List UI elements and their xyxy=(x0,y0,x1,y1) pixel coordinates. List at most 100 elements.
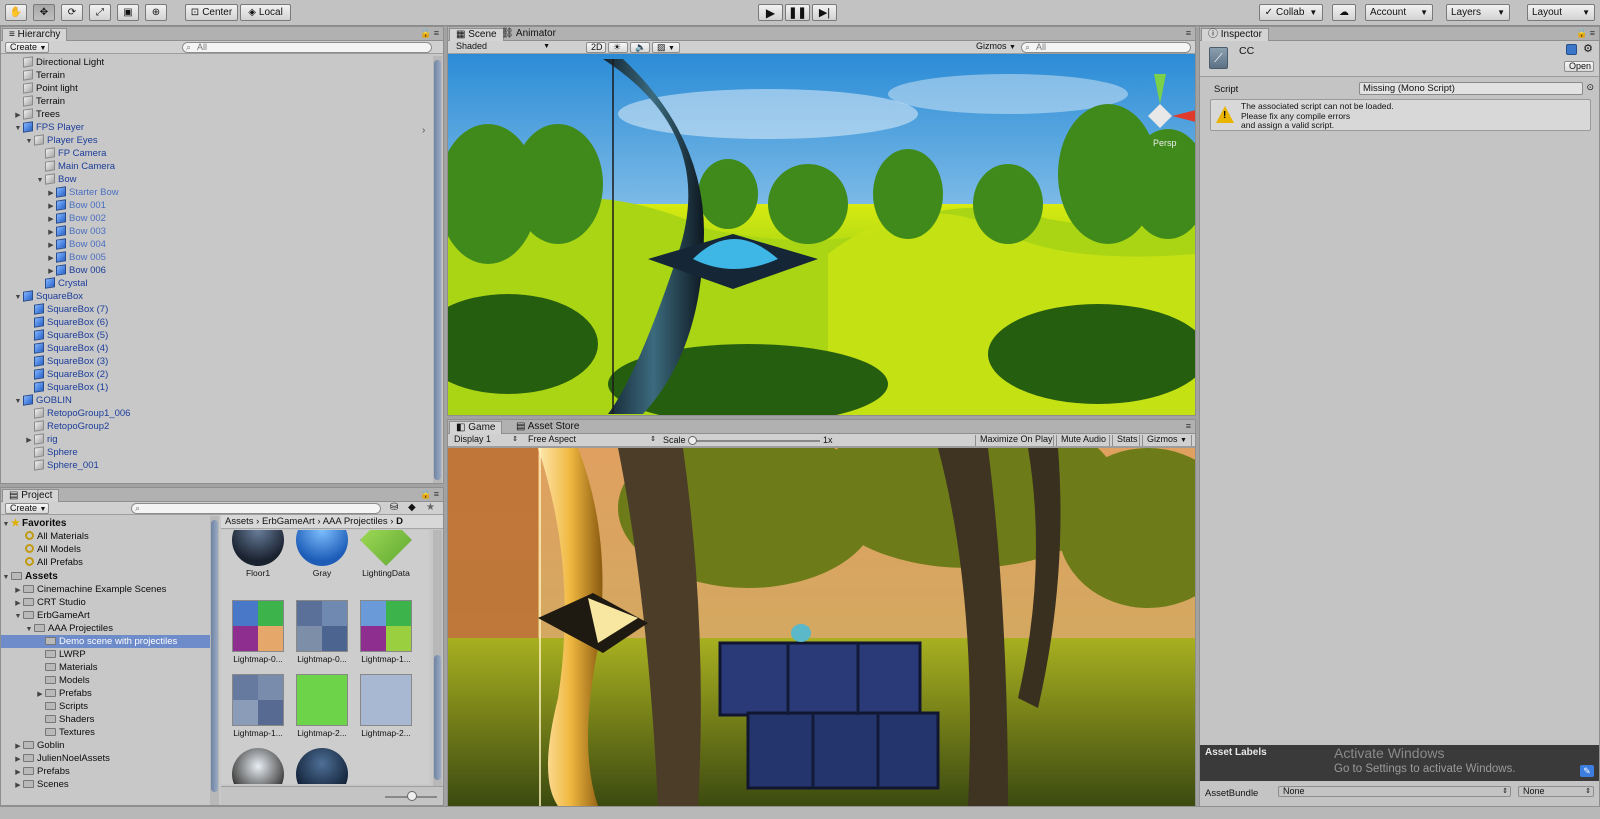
project-create-dropdown[interactable]: Create ▼ xyxy=(5,503,49,514)
panel-menu-icon[interactable]: ≡ xyxy=(1186,420,1191,433)
hierarchy-item[interactable]: ▶ Bow 003 xyxy=(1,225,106,238)
gear-icon[interactable]: ⚙ xyxy=(1583,42,1593,55)
scene-search-input[interactable]: ⌕ All xyxy=(1021,42,1191,53)
object-picker-icon[interactable]: ⊙ xyxy=(1586,82,1594,93)
favorite-item[interactable]: All Models xyxy=(1,543,81,556)
hierarchy-item[interactable]: RetopoGroup2 xyxy=(1,420,109,433)
hierarchy-item[interactable]: SquareBox (6) xyxy=(1,316,108,329)
hierarchy-item[interactable]: ▶ Trees xyxy=(1,108,60,121)
tab-game[interactable]: ◧ Game xyxy=(449,421,503,434)
2d-toggle[interactable]: 2D xyxy=(586,42,606,53)
maximize-on-play-toggle[interactable]: Maximize On Play xyxy=(975,435,1054,446)
hierarchy-item[interactable]: Terrain xyxy=(1,69,65,82)
pivot-center-button[interactable]: ⊡ Center xyxy=(185,4,238,21)
panel-menu-icon[interactable]: ≡ xyxy=(1186,27,1191,40)
expand-arrow-icon[interactable]: › xyxy=(422,125,425,136)
folder-item[interactable]: Materials xyxy=(1,661,98,674)
folder-item[interactable]: ▶ Prefabs xyxy=(1,765,69,778)
hierarchy-item[interactable]: Point light xyxy=(1,82,78,95)
folder-item[interactable]: ▶ CRT Studio xyxy=(1,596,85,609)
project-grid-scroll-thumb[interactable] xyxy=(434,655,441,780)
scene-viewport[interactable]: Persp xyxy=(448,54,1195,415)
script-field-value[interactable]: Missing (Mono Script) xyxy=(1359,82,1583,95)
hierarchy-item[interactable]: SquareBox (3) xyxy=(1,355,108,368)
project-search-input[interactable]: ⌕ xyxy=(131,503,381,514)
assetbundle-dropdown[interactable]: None ⇕ xyxy=(1278,786,1511,797)
hierarchy-item[interactable]: ▶ rig xyxy=(1,433,58,446)
tab-inspector[interactable]: ⓘ Inspector xyxy=(1201,28,1269,41)
lighting-toggle[interactable]: ☀ xyxy=(608,42,628,53)
hierarchy-item[interactable]: SquareBox (2) xyxy=(1,368,108,381)
folder-item[interactable]: Scripts xyxy=(1,700,88,713)
hierarchy-scrollbar[interactable] xyxy=(433,56,442,483)
hierarchy-item[interactable]: ▶ Bow 001 xyxy=(1,199,106,212)
game-gizmos-dropdown[interactable]: Gizmos ▼ xyxy=(1142,435,1192,446)
panel-menu-icon[interactable]: 🔒 ≡ xyxy=(420,488,439,501)
hierarchy-item[interactable]: ▼ SquareBox xyxy=(1,290,83,303)
aspect-dropdown[interactable]: Free Aspect ⇕ xyxy=(524,435,658,446)
breadcrumb-item[interactable]: ErbGameArt xyxy=(262,516,315,527)
game-viewport[interactable] xyxy=(448,448,1195,806)
asset-item[interactable]: Lightmap-2... xyxy=(355,674,417,740)
effects-dropdown[interactable]: ▨ ▼ xyxy=(652,42,680,53)
hierarchy-item[interactable]: Crystal xyxy=(1,277,88,290)
folder-item[interactable]: Shaders xyxy=(1,713,94,726)
tab-asset-store[interactable]: ▤ Asset Store xyxy=(510,421,585,434)
layers-dropdown[interactable]: Layers ▼ xyxy=(1446,4,1510,21)
hierarchy-item[interactable]: SquareBox (4) xyxy=(1,342,108,355)
asset-item[interactable]: Gray xyxy=(291,530,353,580)
collab-dropdown[interactable]: ✓ Collab ▼ xyxy=(1259,4,1323,21)
filter-label-icon[interactable]: ◆ xyxy=(408,502,416,513)
asset-item[interactable]: Lightmap-0... xyxy=(291,600,353,666)
layout-dropdown[interactable]: Layout ▼ xyxy=(1527,4,1595,21)
folder-item[interactable]: ▼ AAA Projectiles xyxy=(1,622,113,635)
display-dropdown[interactable]: Display 1 ⇕ xyxy=(450,435,520,446)
scale-slider-track[interactable] xyxy=(692,440,820,442)
project-grid-scrollbar[interactable] xyxy=(433,530,442,786)
cloud-button[interactable]: ☁ xyxy=(1332,4,1356,21)
hierarchy-item[interactable]: Terrain xyxy=(1,95,65,108)
play-button[interactable]: ▶ xyxy=(758,4,783,21)
hierarchy-item[interactable]: ▶ Bow 004 xyxy=(1,238,106,251)
folder-item[interactable]: ▶ Scenes xyxy=(1,778,68,791)
favorites-header[interactable]: ▼ ★ Favorites xyxy=(1,517,67,530)
open-button[interactable]: Open xyxy=(1564,61,1594,72)
hierarchy-item[interactable]: ▼ GOBLIN xyxy=(1,394,72,407)
tab-animator[interactable]: ⛓ Animator xyxy=(495,28,562,41)
move-tool-button[interactable]: ✥ xyxy=(33,4,55,21)
shading-mode-dropdown[interactable]: Shaded ▼ xyxy=(452,42,552,53)
hierarchy-item[interactable]: Main Camera xyxy=(1,160,115,173)
hierarchy-create-dropdown[interactable]: Create ▼ xyxy=(5,42,49,53)
favorite-item[interactable]: All Prefabs xyxy=(1,556,83,569)
stats-toggle[interactable]: Stats xyxy=(1112,435,1140,446)
hierarchy-search-input[interactable]: ⌕ All xyxy=(182,42,432,53)
hierarchy-item[interactable]: ▶ Bow 005 xyxy=(1,251,106,264)
hierarchy-scroll-thumb[interactable] xyxy=(434,60,441,480)
step-button[interactable]: ▶| xyxy=(812,4,837,21)
project-tree-scroll-thumb[interactable] xyxy=(211,520,218,792)
asset-item[interactable]: Lightmap-1... xyxy=(227,674,289,740)
hierarchy-item[interactable]: SquareBox (1) xyxy=(1,381,108,394)
asset-item[interactable]: Wall xyxy=(291,748,353,784)
hierarchy-item[interactable]: ▼ Bow xyxy=(1,173,76,186)
folder-item[interactable]: ▼ ErbGameArt xyxy=(1,609,90,622)
asset-item[interactable]: Floor1 xyxy=(227,530,289,580)
folder-item[interactable]: Models xyxy=(1,674,90,687)
breadcrumb-item[interactable]: Assets xyxy=(225,516,254,527)
hand-tool-button[interactable]: ✋ xyxy=(5,4,27,21)
asset-item[interactable]: Lightmap-2... xyxy=(291,674,353,740)
transform-tool-button[interactable]: ⊕ xyxy=(145,4,167,21)
favorite-star-icon[interactable]: ★ xyxy=(426,502,435,513)
rotate-tool-button[interactable]: ⟳ xyxy=(61,4,83,21)
tab-project[interactable]: ▤ Project xyxy=(2,489,60,502)
favorite-item[interactable]: All Materials xyxy=(1,530,89,543)
hierarchy-item[interactable]: SquareBox (7) xyxy=(1,303,108,316)
hierarchy-item[interactable]: ▶ Bow 002 xyxy=(1,212,106,225)
pause-button[interactable]: ❚❚ xyxy=(785,4,810,21)
hierarchy-item[interactable]: ▶ Bow 006 xyxy=(1,264,106,277)
tab-hierarchy[interactable]: ≡ Hierarchy xyxy=(2,28,68,41)
breadcrumb-item[interactable]: D xyxy=(396,516,403,527)
folder-item[interactable]: Demo scene with projectiles xyxy=(1,635,210,648)
asset-item[interactable]: Lightmap-0... xyxy=(227,600,289,666)
hierarchy-item[interactable]: ▼ Player Eyes xyxy=(1,134,98,147)
